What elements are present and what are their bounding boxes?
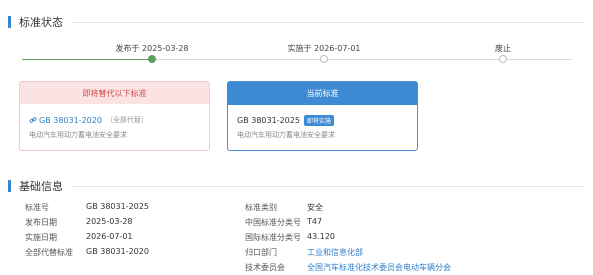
basic-section-header: 基础信息 — [8, 177, 585, 195]
info-label-ccs: 中国标准分类号 — [245, 218, 301, 227]
info-label-effective-date: 实施日期 — [25, 233, 57, 242]
info-label-standard-category: 标准类别 — [245, 203, 277, 212]
info-value-effective-date: 2026-07-01 — [86, 232, 133, 241]
info-label-ics: 国际标准分类号 — [245, 233, 301, 242]
info-value-ics: 43.120 — [307, 232, 335, 241]
info-label-publish-date: 发布日期 — [25, 218, 57, 227]
link-icon — [29, 117, 37, 123]
replaced-standard-card: 即将替代以下标准 GB 38031-2020 （全部代替） 电动汽车用动力蓄电池… — [19, 81, 210, 151]
info-value-standard-number: GB 38031-2025 — [86, 202, 149, 211]
timeline-step-published-label: 发布于 2025-03-28 — [115, 44, 189, 53]
current-card-header: 当前标准 — [228, 82, 417, 105]
replaced-card-header: 即将替代以下标准 — [20, 82, 209, 104]
replaced-standard-note: （全部代替） — [105, 116, 148, 124]
timeline-step-effective-label: 实施于 2026-07-01 — [287, 44, 361, 53]
replaced-standard-link[interactable]: GB 38031-2020 — [39, 116, 102, 125]
status-section-title: 标准状态 — [19, 16, 63, 29]
info-value-standard-category: 安全 — [307, 203, 323, 212]
timeline-step-published-dot — [148, 55, 156, 63]
section-divider — [71, 185, 585, 187]
info-value-publish-date: 2025-03-28 — [86, 217, 133, 226]
current-standard-card: 当前标准 GB 38031-2025 即将实施 电动汽车用动力蓄电池安全要求 — [227, 81, 418, 151]
current-standard-row: GB 38031-2025 即将实施 — [237, 115, 334, 126]
status-section-header: 标准状态 — [8, 13, 585, 31]
info-value-committee-link[interactable]: 全国汽车标准化技术委员会电动车辆分会 — [307, 262, 451, 273]
section-accent-bar — [8, 180, 11, 192]
info-label-department: 归口部门 — [245, 248, 277, 257]
section-divider — [71, 21, 585, 23]
replaced-standard-desc: 电动汽车用动力蓄电池安全要求 — [29, 131, 127, 139]
info-label-replaced-standard: 全部代替标准 — [25, 248, 73, 257]
current-standard-code: GB 38031-2025 — [237, 116, 300, 125]
replaced-standard-row: GB 38031-2020 （全部代替） — [29, 115, 148, 125]
info-label-committee: 技术委员会 — [245, 263, 285, 272]
info-label-standard-number: 标准号 — [25, 203, 49, 212]
info-value-ccs: T47 — [307, 217, 323, 226]
timeline-step-abolished-dot — [499, 55, 507, 63]
section-accent-bar — [8, 16, 11, 28]
status-badge: 即将实施 — [303, 115, 334, 126]
timeline-progress-pending — [152, 59, 572, 60]
current-standard-desc: 电动汽车用动力蓄电池安全要求 — [237, 131, 335, 139]
timeline-step-effective-dot — [320, 55, 328, 63]
timeline-progress-done — [22, 59, 152, 60]
timeline-step-abolished-label: 废止 — [495, 44, 511, 53]
basic-section-title: 基础信息 — [19, 180, 63, 193]
info-value-replaced-standard: GB 38031-2020 — [86, 247, 149, 256]
info-value-department-link[interactable]: 工业和信息化部 — [307, 247, 363, 258]
